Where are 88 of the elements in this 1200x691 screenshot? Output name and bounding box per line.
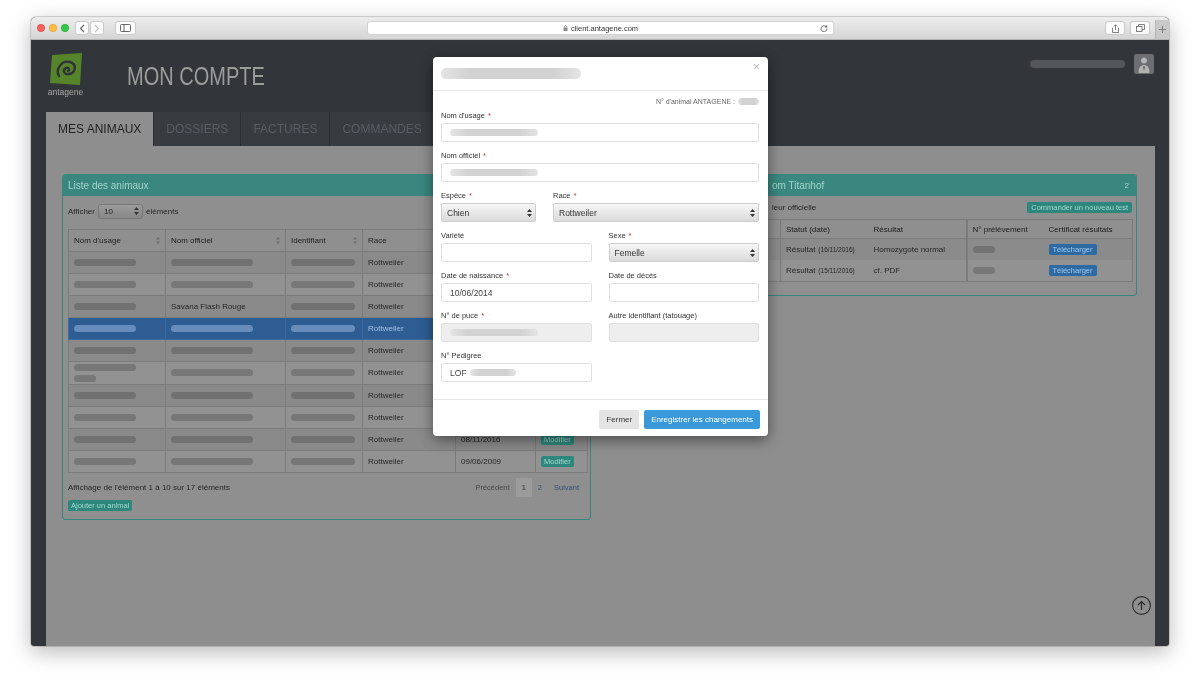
tabs-overview-button[interactable] xyxy=(1130,21,1150,35)
blurred-text xyxy=(291,302,355,310)
blurred-text xyxy=(291,324,355,332)
minimize-window-icon[interactable] xyxy=(49,24,57,32)
blurred-text xyxy=(74,457,136,465)
blurred-text xyxy=(74,413,136,421)
up-down-caret-icon xyxy=(134,207,139,215)
share-icon xyxy=(1111,23,1119,33)
status-text: Résultat xyxy=(786,266,816,275)
logo-text: antagene xyxy=(47,87,84,97)
blurred-text xyxy=(74,302,136,310)
up-down-caret-icon xyxy=(527,208,532,217)
chevron-left-icon xyxy=(79,23,85,33)
close-dialog-button[interactable]: Fermer xyxy=(599,410,640,429)
lock-icon xyxy=(562,25,568,31)
table-cell[interactable] xyxy=(68,295,166,318)
user-avatar-icon[interactable] xyxy=(1134,54,1154,74)
blurred-text xyxy=(74,375,96,382)
blurred-text xyxy=(291,391,355,399)
column-header: Statut (date) xyxy=(786,224,831,234)
text-field[interactable]: 10/06/2014 xyxy=(441,283,592,302)
text-field[interactable] xyxy=(608,283,759,302)
blurred-text xyxy=(738,97,759,105)
up-down-caret-icon xyxy=(750,208,755,217)
blurred-text xyxy=(291,413,355,421)
blurred-text xyxy=(74,435,136,443)
table-cell[interactable] xyxy=(68,428,166,451)
tabs-icon xyxy=(1135,24,1145,32)
column-header[interactable]: Race xyxy=(368,235,387,246)
up-arrow-circle-icon[interactable] xyxy=(1132,596,1151,615)
text-field[interactable]: LOF xyxy=(441,363,592,382)
blurred-text xyxy=(74,324,136,332)
page-size-select[interactable]: 10 xyxy=(98,203,143,219)
sidebar-icon xyxy=(120,24,131,32)
label-text: leur officielle xyxy=(772,203,817,212)
share-button[interactable] xyxy=(1105,21,1125,35)
label-text: éléments xyxy=(146,206,179,216)
dropdown[interactable]: Chien xyxy=(441,203,536,222)
table-cell[interactable] xyxy=(68,361,166,385)
save-button[interactable]: Enregistrer les changements xyxy=(644,410,760,429)
panel-title: om Titanhof xyxy=(772,180,825,191)
dropdown[interactable]: Rottweiler xyxy=(553,203,759,222)
logo-icon xyxy=(47,52,84,86)
column-header: N° prélèvement xyxy=(972,224,1028,234)
sidebar-button[interactable] xyxy=(115,21,136,35)
blurred-text xyxy=(291,258,355,266)
table-cell[interactable] xyxy=(68,251,166,274)
reload-icon[interactable] xyxy=(819,24,828,32)
blurred-text xyxy=(74,391,136,399)
dropdown[interactable]: Femelle xyxy=(608,243,759,262)
table-info-text: Affichage de l'élément 1 à 10 sur 17 éléments xyxy=(68,483,230,492)
label-text: Afficher xyxy=(68,206,95,216)
blurred-text xyxy=(74,346,136,354)
column-header: Résultat xyxy=(873,224,903,234)
table-cell: cf. PDF xyxy=(868,260,967,282)
blurred-text xyxy=(972,267,995,275)
blurred-text xyxy=(291,457,355,465)
table-cell[interactable] xyxy=(68,273,166,296)
back-button[interactable] xyxy=(75,21,89,35)
blurred-text xyxy=(972,246,995,254)
blurred-text xyxy=(291,280,355,288)
blurred-text xyxy=(469,369,516,376)
blurred-text xyxy=(74,280,136,288)
plus-icon xyxy=(1159,26,1166,33)
close-window-icon[interactable] xyxy=(37,24,45,32)
column-header: Certificat résultats xyxy=(1048,224,1113,234)
tab[interactable]: MES ANIMAUX xyxy=(46,112,155,146)
status-text: Résultat xyxy=(786,245,816,254)
page-title: MON COMPTE xyxy=(127,61,265,91)
table-cell[interactable] xyxy=(68,450,166,473)
column-header[interactable]: Nom officiel xyxy=(171,235,213,246)
new-tab-button[interactable] xyxy=(1155,20,1169,39)
maximize-window-icon[interactable] xyxy=(61,24,69,32)
text-field[interactable] xyxy=(441,163,759,182)
blurred-text xyxy=(291,369,355,377)
blurred-text xyxy=(74,258,136,266)
panel-counter: 2 xyxy=(1124,181,1129,190)
table-cell[interactable] xyxy=(68,339,166,362)
text-field[interactable] xyxy=(441,123,759,142)
table-cell[interactable] xyxy=(68,317,166,340)
text-field[interactable] xyxy=(441,243,592,262)
table-cell[interactable] xyxy=(68,384,166,407)
blurred-text xyxy=(74,364,136,371)
table-cell[interactable] xyxy=(68,406,166,429)
blurred-text xyxy=(291,346,355,354)
blurred-text xyxy=(291,435,355,443)
up-down-caret-icon xyxy=(750,248,755,257)
chevron-right-icon xyxy=(94,23,100,33)
